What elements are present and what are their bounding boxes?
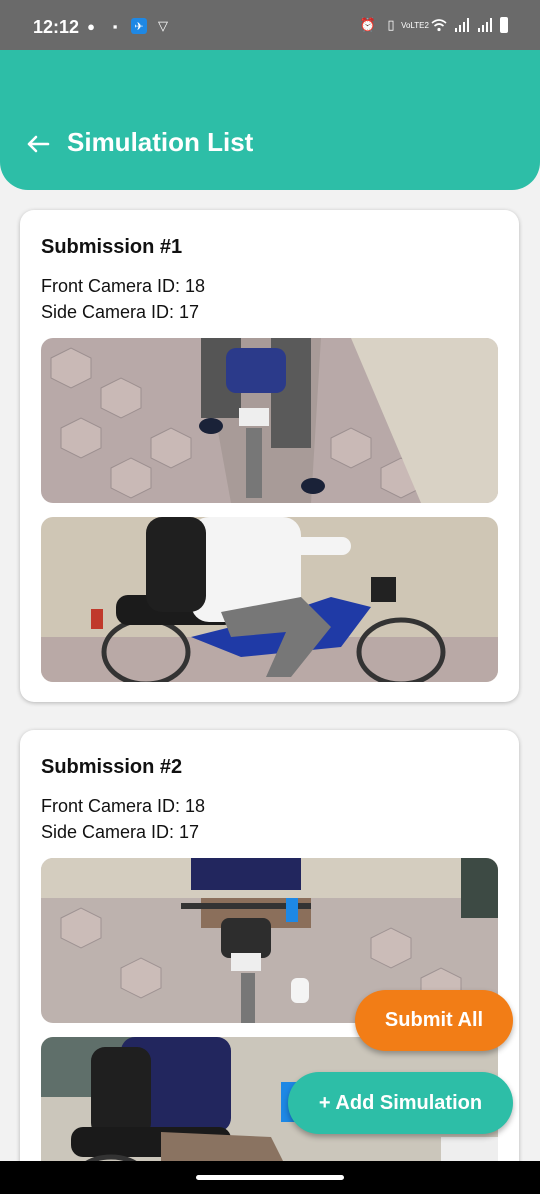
back-arrow-icon[interactable]	[24, 128, 52, 156]
home-handle[interactable]	[196, 1175, 344, 1180]
status-time: 12:12	[33, 17, 80, 37]
submission-card-1[interactable]: Submission #1 Front Camera ID: 18 Side C…	[20, 210, 519, 702]
side-camera-id: Side Camera ID: 17	[41, 302, 200, 322]
status-bar: 12:12 ● ▪ ✈ ▽ ⏰ ▯ VoLTE2	[0, 0, 540, 50]
submission-title: Submission #2	[41, 756, 183, 778]
vibrate-icon: ▯	[387, 17, 395, 32]
status-left-icons: ● ▪ ✈ ▽	[83, 18, 171, 34]
wifi-icon	[431, 17, 447, 33]
add-simulation-button[interactable]: + Add Simulation	[288, 1072, 513, 1134]
navigation-bar	[0, 1161, 540, 1194]
alarm-icon: ⏰	[359, 17, 377, 32]
signal-icon	[477, 18, 493, 32]
app-icon: ✈	[131, 18, 147, 34]
app-bar: Simulation List	[0, 50, 540, 190]
vpn-icon: ▽	[158, 18, 168, 33]
signal-icon	[454, 18, 470, 32]
submit-all-button[interactable]: Submit All	[355, 990, 513, 1051]
battery-icon	[500, 17, 508, 33]
front-camera-id: Front Camera ID: 18	[41, 796, 206, 816]
side-camera-photo	[41, 517, 498, 682]
submission-title: Submission #1	[41, 236, 183, 258]
message-icon: ●	[87, 18, 95, 34]
front-camera-id: Front Camera ID: 18	[41, 276, 206, 296]
lock-icon: ▪	[112, 18, 118, 34]
status-right-icons: ⏰ ▯ VoLTE2	[360, 17, 508, 33]
front-camera-photo	[41, 338, 498, 503]
side-camera-id: Side Camera ID: 17	[41, 822, 200, 842]
page-title: Simulation List	[67, 127, 254, 157]
volte-icon: VoLTE2	[401, 20, 429, 30]
